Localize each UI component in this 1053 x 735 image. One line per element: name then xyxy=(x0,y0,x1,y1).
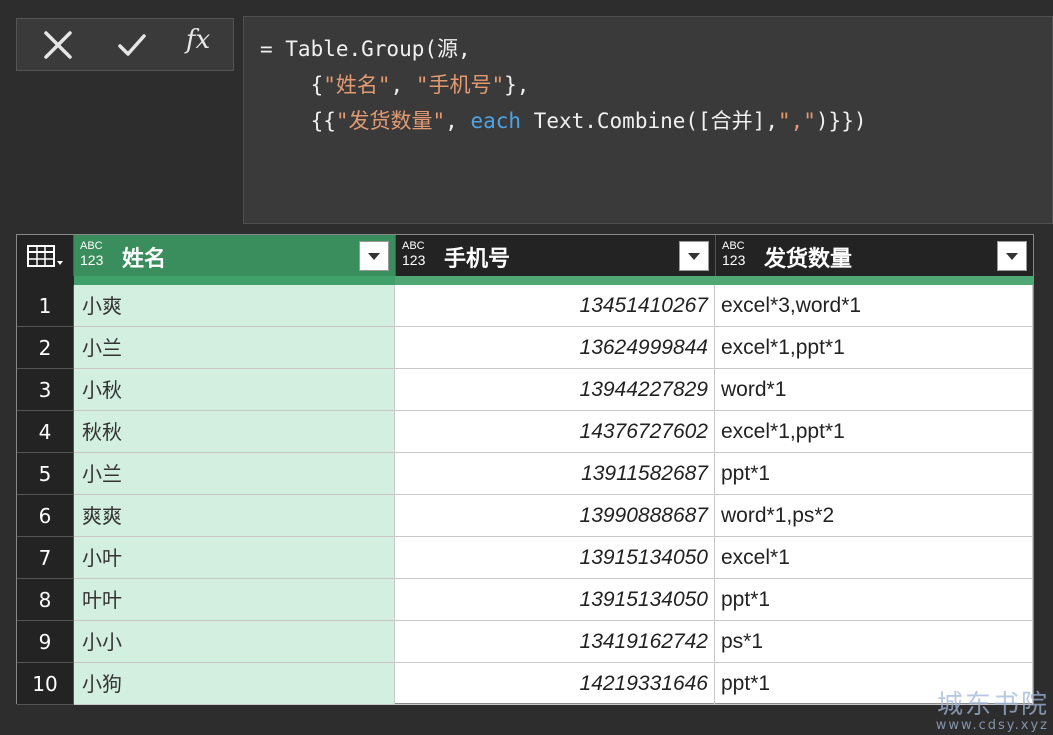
data-grid: ABC 123 姓名 ABC 123 手机号 ABC 123 发货数量 1 小爽 1345… xyxy=(16,234,1034,705)
formula-text: }, xyxy=(504,73,530,97)
cell-name[interactable]: 小狗 xyxy=(74,663,395,705)
row-number[interactable]: 2 xyxy=(17,327,74,369)
cell-phone[interactable]: 13451410267 xyxy=(395,285,715,327)
cell-qty[interactable]: ppt*1 xyxy=(715,453,1033,495)
cell-phone[interactable]: 13911582687 xyxy=(395,453,715,495)
table-row[interactable]: 9 小小 13419162742 ps*1 xyxy=(17,621,1033,663)
formula-editor[interactable]: = Table.Group(源, {"姓名", "手机号"}, {{"发货数量"… xyxy=(243,16,1053,224)
filter-dropdown-icon[interactable] xyxy=(359,241,389,271)
column-quality-bar xyxy=(395,276,715,285)
row-number[interactable]: 6 xyxy=(17,495,74,537)
table-menu[interactable] xyxy=(17,235,74,276)
table-row[interactable]: 1 小爽 13451410267 excel*3,word*1 xyxy=(17,285,1033,327)
cell-phone[interactable]: 13944227829 xyxy=(395,369,715,411)
cell-phone[interactable]: 13915134050 xyxy=(395,537,715,579)
formula-string: "," xyxy=(777,109,816,133)
table-row[interactable]: 8 叶叶 13915134050 ppt*1 xyxy=(17,579,1033,621)
column-title: 姓名 xyxy=(122,247,167,272)
quality-bar-spacer xyxy=(17,276,74,285)
formula-text: {{ xyxy=(260,109,336,133)
row-number[interactable]: 8 xyxy=(17,579,74,621)
cell-name[interactable]: 小兰 xyxy=(74,327,395,369)
table-row[interactable]: 2 小兰 13624999844 excel*1,ppt*1 xyxy=(17,327,1033,369)
formula-text: , xyxy=(390,73,416,97)
formula-line: {{"发货数量", each Text.Combine([合并],",")}}) xyxy=(260,103,1052,139)
table-row[interactable]: 4 秋秋 14376727602 excel*1,ppt*1 xyxy=(17,411,1033,453)
cell-phone[interactable]: 13624999844 xyxy=(395,327,715,369)
row-number[interactable]: 1 xyxy=(17,285,74,327)
formula-string: "姓名" xyxy=(323,73,391,97)
column-header-phone[interactable]: ABC 123 手机号 xyxy=(395,235,715,276)
watermark: 城东书院 www.cdsy.xyz xyxy=(935,690,1049,733)
fx-icon[interactable]: fx xyxy=(181,25,215,57)
formula-text: )}}) xyxy=(815,109,867,133)
column-header-qty[interactable]: ABC 123 发货数量 xyxy=(715,235,1033,276)
row-number[interactable]: 4 xyxy=(17,411,74,453)
cell-qty[interactable]: excel*1,ppt*1 xyxy=(715,411,1033,453)
formula-text: Text.Combine([合并], xyxy=(521,109,778,133)
cell-phone[interactable]: 13419162742 xyxy=(395,621,715,663)
cell-qty[interactable]: excel*1 xyxy=(715,537,1033,579)
column-quality-bar xyxy=(74,276,395,285)
cancel-icon[interactable] xyxy=(41,29,75,61)
formula-text: { xyxy=(260,73,324,97)
cell-qty[interactable]: excel*3,word*1 xyxy=(715,285,1033,327)
row-number[interactable]: 7 xyxy=(17,537,74,579)
type-any-icon[interactable]: ABC 123 xyxy=(80,240,103,268)
row-number[interactable]: 9 xyxy=(17,621,74,663)
cell-name[interactable]: 秋秋 xyxy=(74,411,395,453)
table-icon[interactable] xyxy=(17,235,74,276)
formula-string: "手机号" xyxy=(415,73,505,97)
column-quality-bar xyxy=(715,276,1033,285)
cell-name[interactable]: 小小 xyxy=(74,621,395,663)
column-title: 发货数量 xyxy=(764,247,853,272)
cell-name[interactable]: 叶叶 xyxy=(74,579,395,621)
table-row[interactable]: 3 小秋 13944227829 word*1 xyxy=(17,369,1033,411)
column-title: 手机号 xyxy=(444,247,511,272)
cell-qty[interactable]: word*1,ps*2 xyxy=(715,495,1033,537)
formula-text: , xyxy=(445,109,471,133)
row-number[interactable]: 5 xyxy=(17,453,74,495)
cell-phone[interactable]: 14219331646 xyxy=(395,663,715,705)
cell-name[interactable]: 小爽 xyxy=(74,285,395,327)
row-number[interactable]: 3 xyxy=(17,369,74,411)
commit-check-icon[interactable] xyxy=(115,29,149,61)
cell-phone[interactable]: 13990888687 xyxy=(395,495,715,537)
cell-name[interactable]: 爽爽 xyxy=(74,495,395,537)
filter-dropdown-icon[interactable] xyxy=(997,241,1027,271)
column-header-name[interactable]: ABC 123 姓名 xyxy=(74,235,395,276)
type-any-icon[interactable]: ABC 123 xyxy=(722,240,745,268)
table-row[interactable]: 10 小狗 14219331646 ppt*1 xyxy=(17,663,1033,705)
cell-qty[interactable]: ps*1 xyxy=(715,621,1033,663)
cell-phone[interactable]: 13915134050 xyxy=(395,579,715,621)
cell-name[interactable]: 小兰 xyxy=(74,453,395,495)
formula-text: = Table.Group(源, xyxy=(260,37,471,61)
cell-name[interactable]: 小叶 xyxy=(74,537,395,579)
row-number[interactable]: 10 xyxy=(17,663,74,705)
filter-dropdown-icon[interactable] xyxy=(679,241,709,271)
table-row[interactable]: 7 小叶 13915134050 excel*1 xyxy=(17,537,1033,579)
cell-phone[interactable]: 14376727602 xyxy=(395,411,715,453)
type-any-icon[interactable]: ABC 123 xyxy=(402,240,425,268)
table-row[interactable]: 6 爽爽 13990888687 word*1,ps*2 xyxy=(17,495,1033,537)
cell-qty[interactable]: word*1 xyxy=(715,369,1033,411)
formula-string: "发货数量" xyxy=(335,109,446,133)
cell-qty[interactable]: ppt*1 xyxy=(715,579,1033,621)
formula-line: = Table.Group(源, xyxy=(260,31,1052,67)
formula-buttons: fx xyxy=(16,18,234,71)
formula-keyword: each xyxy=(470,109,522,133)
formula-line: {"姓名", "手机号"}, xyxy=(260,67,1052,103)
cell-name[interactable]: 小秋 xyxy=(74,369,395,411)
cell-qty[interactable]: excel*1,ppt*1 xyxy=(715,327,1033,369)
table-row[interactable]: 5 小兰 13911582687 ppt*1 xyxy=(17,453,1033,495)
